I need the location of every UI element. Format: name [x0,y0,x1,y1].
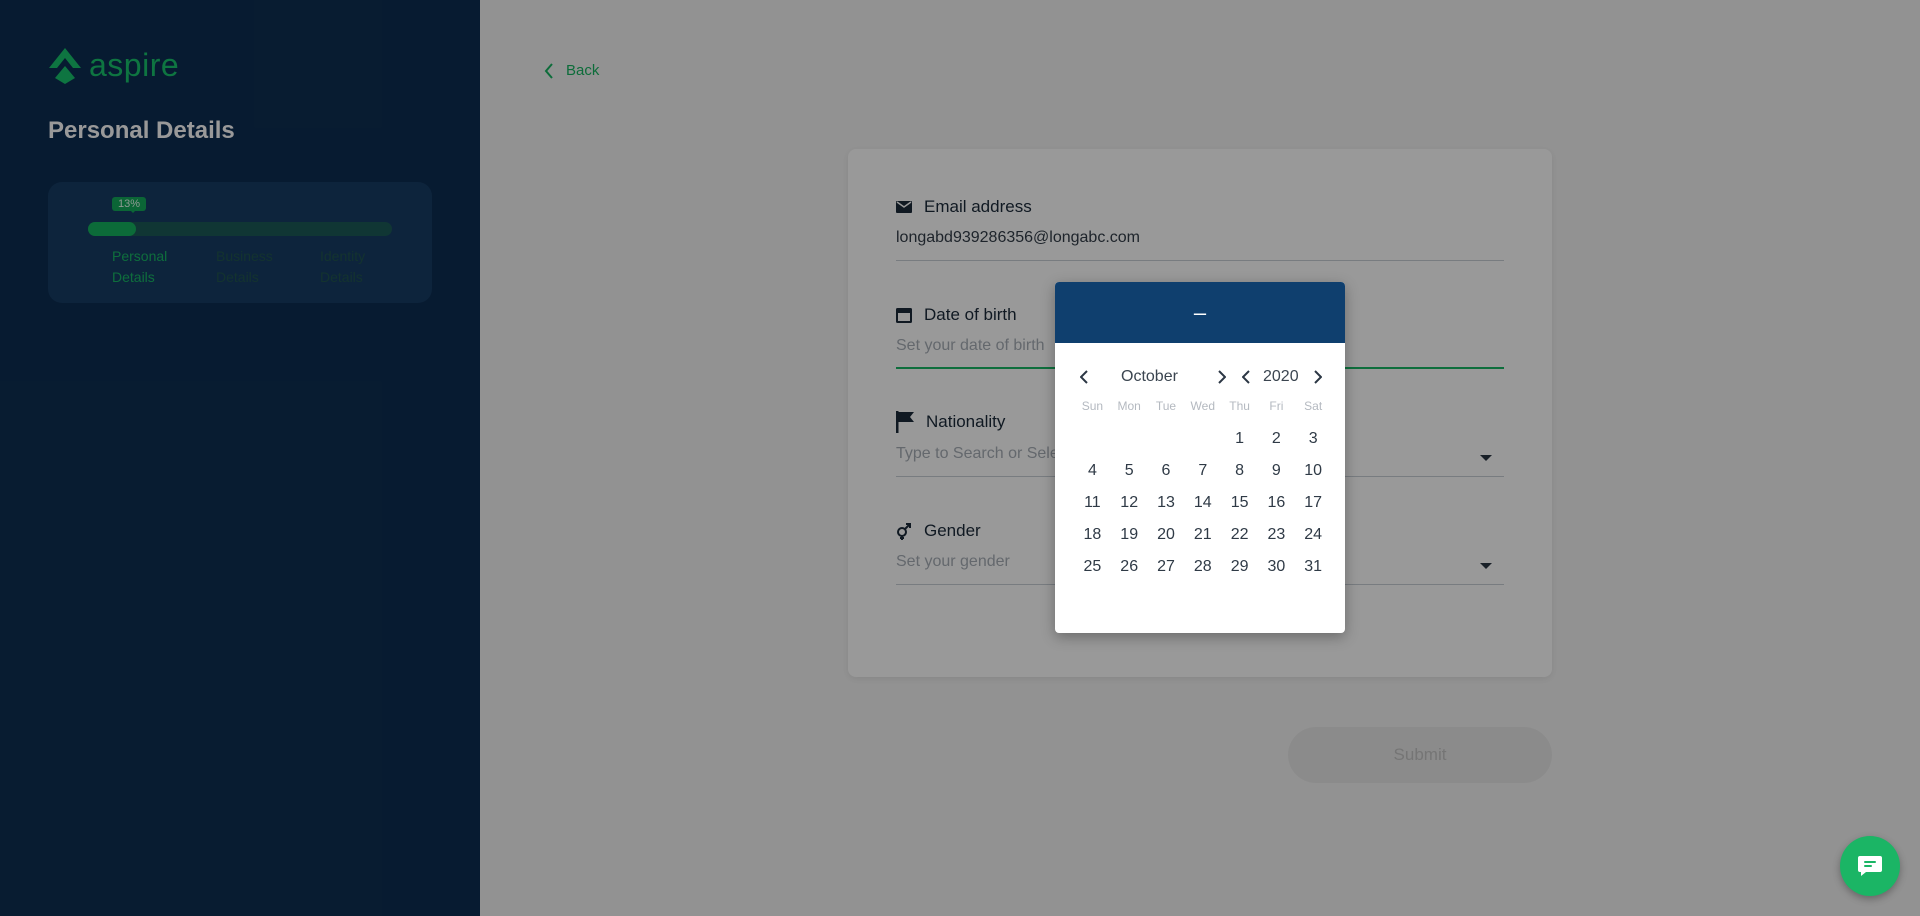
day-cell[interactable]: 4 [1074,460,1111,492]
empty-day-cell [1111,428,1148,460]
prev-year-button[interactable] [1236,366,1256,388]
weekday-label: Mon [1117,399,1141,413]
day-cell[interactable]: 11 [1074,492,1111,524]
weekday-row: Sun Mon Tue Wed Thu Fri Sat [1074,399,1332,413]
date-picker-header: – [1055,282,1345,343]
day-cell[interactable]: 14 [1184,492,1221,524]
day-cell[interactable]: 31 [1295,556,1332,588]
day-cell[interactable]: 6 [1148,460,1185,492]
month-label[interactable]: October [1121,366,1178,388]
chevron-left-icon [1080,370,1088,384]
day-cell[interactable]: 20 [1148,524,1185,556]
chevron-right-icon [1218,370,1226,384]
weekday-label: Fri [1269,399,1284,413]
year-label[interactable]: 2020 [1263,366,1299,388]
day-cell[interactable]: 1 [1221,428,1258,460]
day-cell[interactable]: 18 [1074,524,1111,556]
next-year-button[interactable] [1308,366,1328,388]
day-cell[interactable]: 30 [1258,556,1295,588]
modal-backdrop[interactable] [0,0,1920,916]
weekday-label: Tue [1155,399,1177,413]
day-cell[interactable]: 16 [1258,492,1295,524]
date-picker-nav: October 2020 [1055,366,1345,388]
day-cell[interactable]: 25 [1074,556,1111,588]
day-cell[interactable]: 8 [1221,460,1258,492]
day-cell[interactable]: 7 [1184,460,1221,492]
next-month-button[interactable] [1212,366,1232,388]
chat-button[interactable] [1840,836,1900,896]
day-cell[interactable]: 15 [1221,492,1258,524]
chevron-left-icon [1242,370,1250,384]
chevron-right-icon [1314,370,1322,384]
empty-day-cell [1184,428,1221,460]
day-cell[interactable]: 12 [1111,492,1148,524]
day-cell[interactable]: 26 [1111,556,1148,588]
day-cell[interactable]: 29 [1221,556,1258,588]
day-cell[interactable]: 28 [1184,556,1221,588]
day-cell[interactable]: 19 [1111,524,1148,556]
day-cell[interactable]: 10 [1295,460,1332,492]
day-cell[interactable]: 3 [1295,428,1332,460]
day-cell[interactable]: 9 [1258,460,1295,492]
day-cell[interactable]: 17 [1295,492,1332,524]
day-grid: 1 2 3 4 5 6 7 8 9 10 11 12 13 14 15 16 17 18 19 20 21 22 23 24 2… [1074,428,1332,588]
weekday-label: Sat [1304,399,1323,413]
prev-month-button[interactable] [1074,366,1094,388]
day-cell[interactable]: 22 [1221,524,1258,556]
empty-day-cell [1148,428,1185,460]
weekday-label: Thu [1229,399,1250,413]
day-cell[interactable]: 24 [1295,524,1332,556]
chat-bubble-icon [1858,856,1882,876]
day-cell[interactable]: 21 [1184,524,1221,556]
weekday-label: Sun [1081,399,1104,413]
day-cell[interactable]: 2 [1258,428,1295,460]
day-cell[interactable]: 27 [1148,556,1185,588]
weekday-label: Wed [1190,399,1216,413]
empty-day-cell [1074,428,1111,460]
day-cell[interactable]: 13 [1148,492,1185,524]
day-cell[interactable]: 5 [1111,460,1148,492]
day-cell[interactable]: 23 [1258,524,1295,556]
date-picker: – October 2020 Sun Mon Tue Wed Thu Fri Sat 123… [1055,282,1345,633]
